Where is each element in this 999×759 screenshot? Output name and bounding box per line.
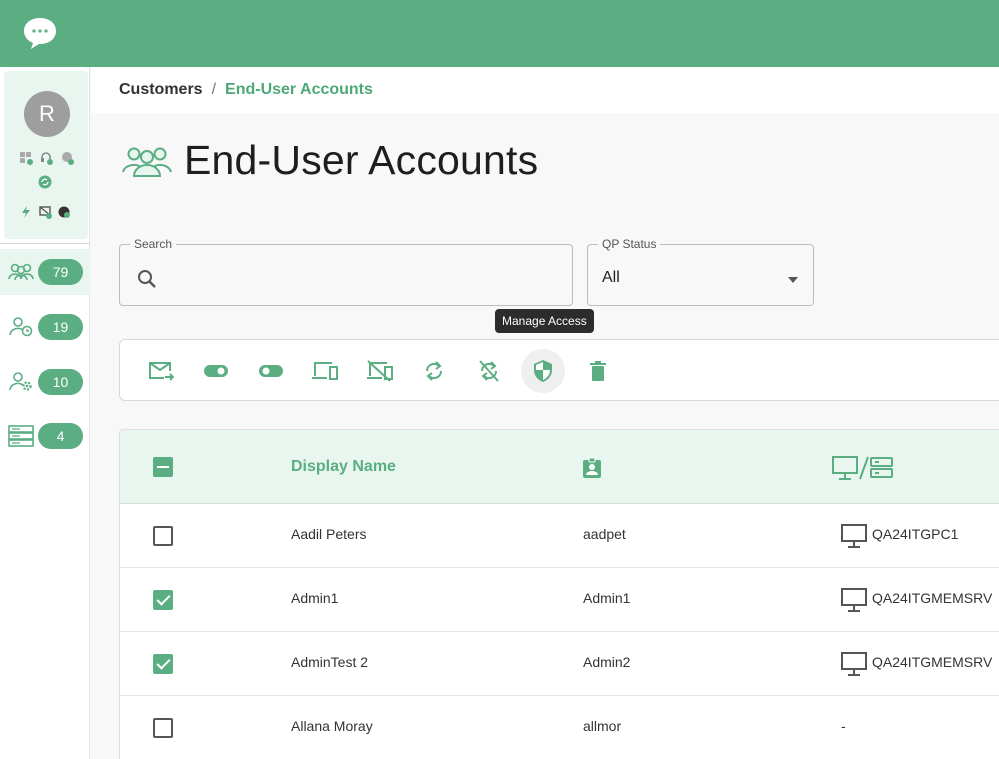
delete-icon — [590, 361, 606, 381]
qp-status-label: QP Status — [602, 237, 657, 251]
table-header-row: Display Name — [120, 430, 999, 504]
shield-status-icon — [58, 206, 70, 218]
manage-access-shield-icon — [534, 360, 552, 382]
username-cell: allmor — [583, 718, 622, 734]
search-icon — [138, 270, 156, 288]
row-checkbox[interactable] — [153, 718, 173, 738]
sync-off-button[interactable] — [467, 349, 511, 393]
page-title: End-User Accounts — [184, 137, 539, 183]
row-checkbox[interactable] — [153, 526, 173, 546]
send-email-button[interactable] — [139, 349, 183, 393]
select-all-checkbox[interactable] — [153, 457, 173, 477]
profile-card: R — [4, 71, 88, 239]
machine-cell: QA24ITGMEMSRV — [872, 654, 993, 670]
server-icon — [8, 425, 34, 447]
sidebar-item-pending-users[interactable]: 19 — [0, 304, 90, 350]
sidebar-divider — [0, 243, 90, 244]
qp-status-select[interactable]: QP Status All — [587, 237, 814, 306]
monitor-icon — [841, 588, 867, 612]
chat-logo-icon[interactable] — [22, 16, 58, 50]
bulk-actions-toolbar — [119, 339, 999, 401]
sidebar: R 79 19 10 4 — [0, 67, 90, 759]
main-content: Customers / End-User Accounts End-User A… — [91, 67, 999, 759]
machine-cell: QA24ITGPC1 — [872, 526, 959, 542]
table-row[interactable]: Aadil Peters aadpet QA24ITGPC1 — [120, 504, 999, 568]
pending-users-count-badge: 19 — [38, 314, 83, 340]
manage-access-button[interactable] — [521, 349, 565, 393]
end-users-count-badge: 79 — [38, 259, 83, 285]
chevron-down-icon — [788, 277, 798, 283]
power-status-icon — [22, 206, 30, 218]
users-group-icon — [122, 147, 172, 177]
search-label: Search — [134, 237, 173, 251]
username-cell: Admin2 — [583, 654, 631, 670]
username-cell: Admin1 — [583, 590, 631, 606]
headset-status-icon — [41, 152, 53, 165]
display-name-cell: Allana Moray — [291, 718, 373, 734]
sidebar-item-admin-users[interactable]: 10 — [0, 359, 90, 405]
devices-button[interactable] — [303, 349, 347, 393]
user-gear-icon — [9, 372, 32, 391]
top-app-bar — [0, 0, 999, 67]
devices-icon — [312, 362, 338, 380]
user-clock-icon — [9, 317, 33, 337]
column-header-display-name[interactable]: Display Name — [291, 458, 396, 476]
devices-off-button[interactable] — [358, 349, 402, 393]
monitor-icon — [841, 652, 867, 676]
monitor-server-icon[interactable] — [832, 456, 894, 480]
machine-cell: - — [841, 718, 846, 734]
admin-users-count-badge: 10 — [38, 369, 83, 395]
toggle-off-icon — [259, 365, 283, 377]
sidebar-item-servers[interactable]: 4 — [0, 413, 90, 459]
windows-status-icon — [20, 152, 33, 165]
users-group-icon — [8, 263, 34, 281]
sync-button[interactable] — [412, 349, 456, 393]
display-name-cell: Admin1 — [291, 590, 339, 606]
breadcrumb: Customers / End-User Accounts — [91, 67, 999, 113]
sync-status-icon — [38, 175, 52, 189]
breadcrumb-separator: / — [211, 81, 217, 98]
badge-icon[interactable] — [582, 457, 602, 479]
search-input[interactable] — [170, 264, 560, 292]
devices-off-icon — [367, 360, 393, 382]
page-header: End-User Accounts — [120, 137, 538, 184]
table-row[interactable]: Admin1 Admin1 QA24ITGMEMSRV — [120, 568, 999, 632]
sidebar-item-end-users[interactable]: 79 — [0, 249, 90, 295]
monitor-icon — [841, 524, 867, 548]
breadcrumb-current: End-User Accounts — [225, 81, 373, 98]
username-cell: aadpet — [583, 526, 626, 542]
toggle-on-icon — [204, 365, 228, 377]
machine-cell: QA24ITGMEMSRV — [872, 590, 993, 606]
avatar[interactable]: R — [24, 91, 70, 137]
support-status-icon — [62, 152, 74, 165]
table-row[interactable]: AdminTest 2 Admin2 QA24ITGMEMSRV — [120, 632, 999, 696]
table-row[interactable]: Allana Moray allmor - — [120, 696, 999, 759]
manage-access-tooltip: Manage Access — [495, 309, 594, 333]
search-field[interactable]: Search — [119, 237, 573, 306]
enable-toggle-button[interactable] — [194, 349, 238, 393]
breadcrumb-customers[interactable]: Customers — [119, 81, 203, 99]
device-status-icon — [39, 206, 52, 219]
sync-off-icon — [479, 360, 499, 382]
send-email-icon — [149, 362, 174, 381]
qp-status-value: All — [602, 269, 620, 286]
end-user-accounts-table: Display Name Aadil Peters aadpet QA24ITG… — [119, 429, 999, 759]
row-checkbox[interactable] — [153, 654, 173, 674]
display-name-cell: Aadil Peters — [291, 526, 367, 542]
row-checkbox[interactable] — [153, 590, 173, 610]
delete-button[interactable] — [576, 349, 620, 393]
sync-icon — [425, 361, 443, 381]
display-name-cell: AdminTest 2 — [291, 654, 369, 670]
servers-count-badge: 4 — [38, 423, 83, 449]
disable-toggle-button[interactable] — [249, 349, 293, 393]
